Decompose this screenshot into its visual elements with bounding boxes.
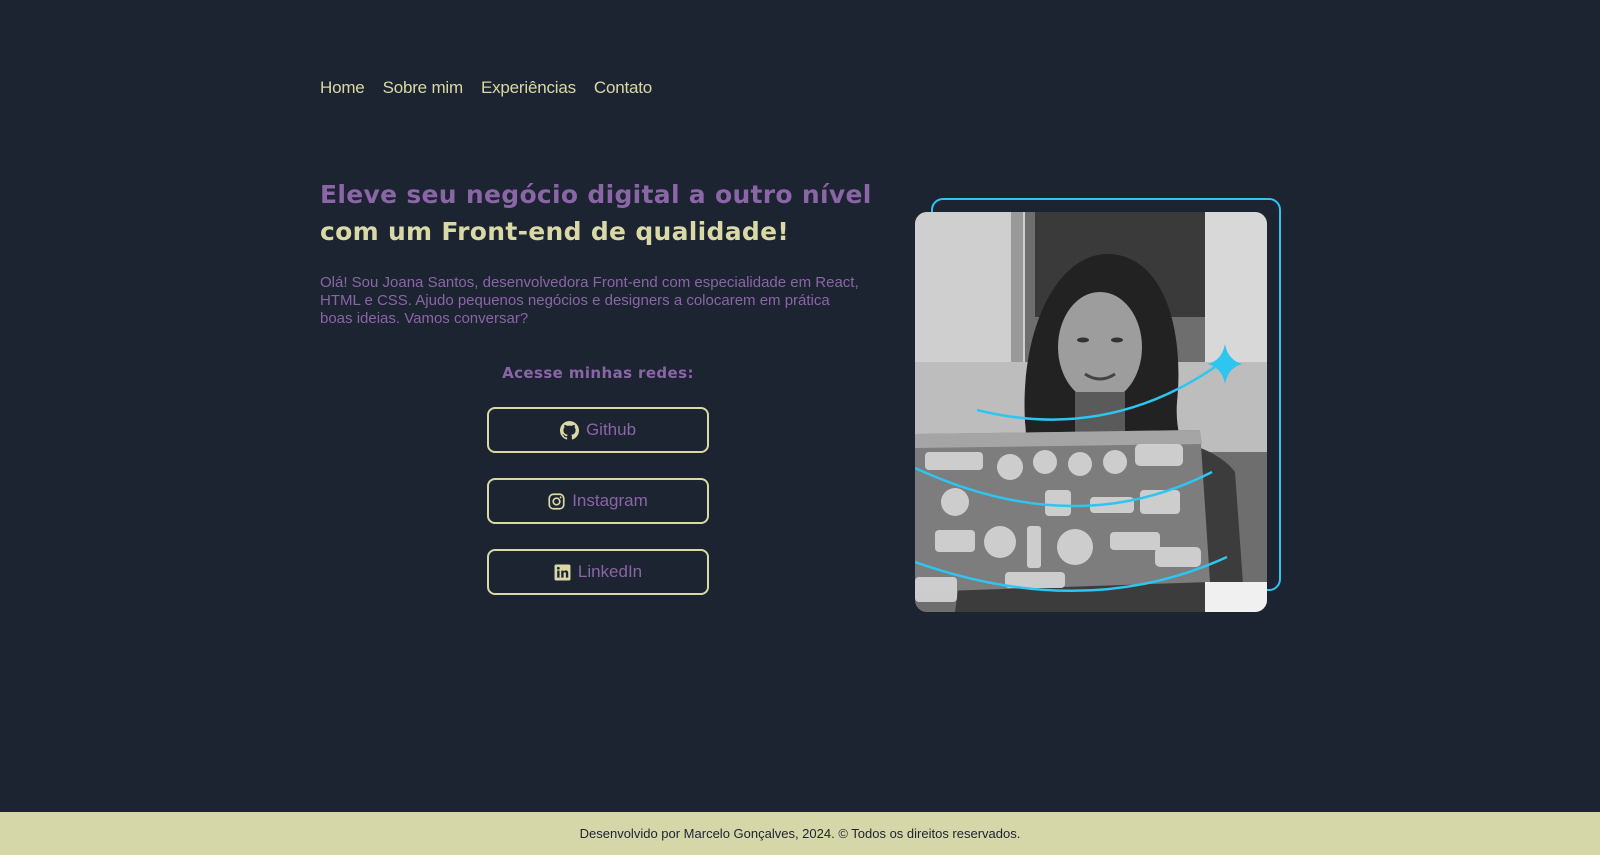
nav-contact-link[interactable]: Contato — [594, 78, 652, 98]
github-button[interactable]: Github — [487, 407, 709, 453]
hero-title-line-1: Eleve seu negócio digital a outro nível — [320, 180, 872, 209]
hero-intro-text: Olá! Sou Joana Santos, desenvolvedora Fr… — [320, 274, 859, 327]
profile-photo — [915, 212, 1267, 612]
hero-title-line-2: com um Front-end de qualidade! — [320, 217, 790, 246]
linkedin-icon — [554, 564, 571, 581]
instagram-button-label: Instagram — [572, 491, 648, 510]
footer: Desenvolvido por Marcelo Gonçalves, 2024… — [0, 812, 1600, 855]
github-icon — [559, 420, 579, 440]
main-nav: Home Sobre mim Experiências Contato — [320, 78, 652, 98]
profile-photo-container — [915, 198, 1281, 614]
footer-text: Desenvolvido por Marcelo Gonçalves, 2024… — [579, 826, 1021, 841]
social-heading: Acesse minhas redes: — [502, 364, 694, 382]
nav-about-link[interactable]: Sobre mim — [383, 78, 464, 98]
linkedin-button-label: LinkedIn — [577, 562, 643, 581]
instagram-icon — [548, 492, 565, 510]
instagram-button[interactable]: Instagram — [487, 478, 709, 524]
github-button-label: Github — [585, 420, 637, 439]
nav-experiences-link[interactable]: Experiências — [481, 78, 576, 98]
linkedin-button[interactable]: LinkedIn — [487, 549, 709, 595]
hero-title: Eleve seu negócio digital a outro nível … — [320, 176, 872, 250]
nav-home-link[interactable]: Home — [320, 78, 365, 98]
